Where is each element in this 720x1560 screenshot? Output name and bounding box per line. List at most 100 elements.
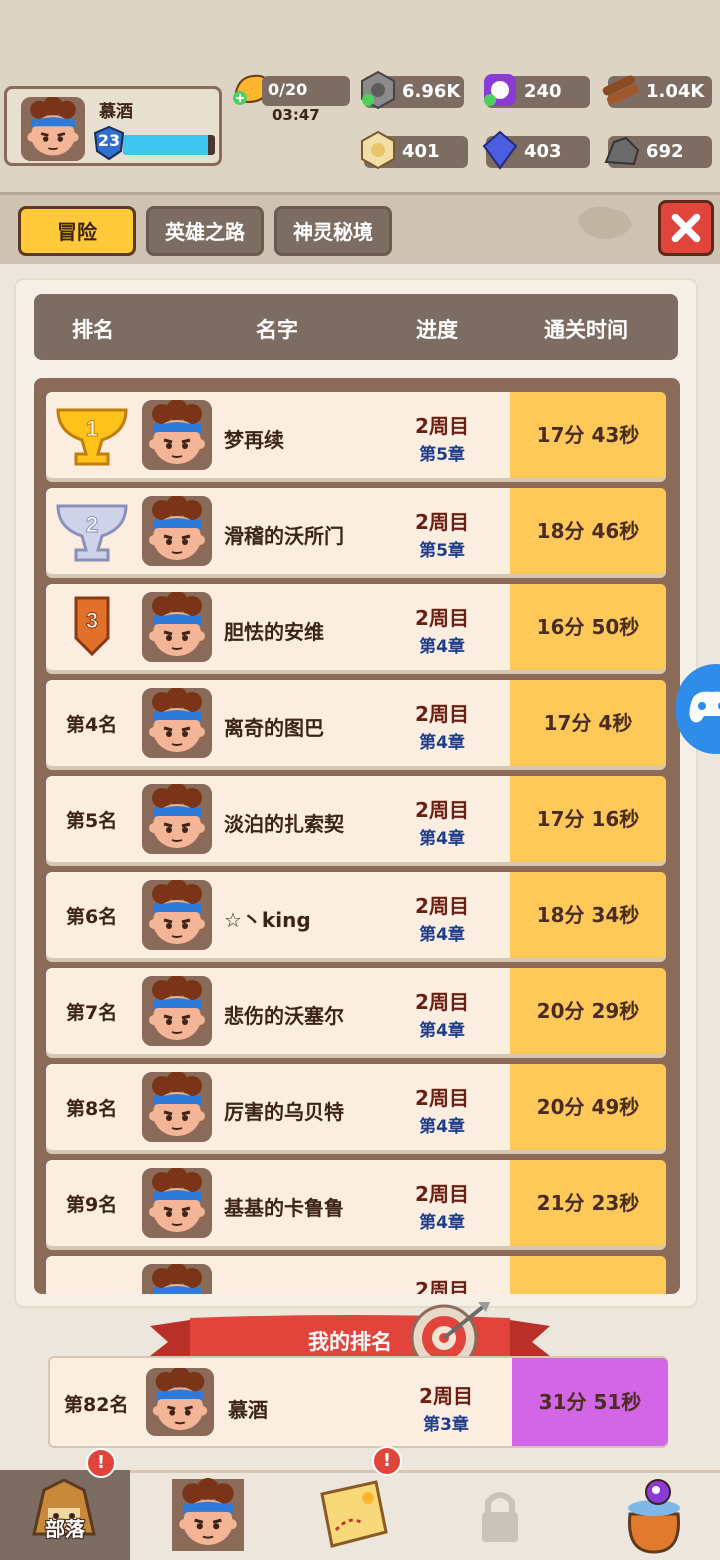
hero-face-icon [142, 880, 212, 950]
resource-gear-value: 6.96K [402, 81, 461, 102]
hero-face-icon [172, 1478, 244, 1552]
leaderboard-list[interactable]: 1 梦再续 2周目 第5章 17分 43秒 2 滑稽的沃所门 2周目 第5章 18分 46秒 3 胆怯… [34, 378, 680, 1294]
row-rank: 第8名 [66, 1098, 118, 1120]
nav-tribe[interactable]: 部落 ! [0, 1448, 130, 1560]
my-chapter: 第3章 [423, 1415, 469, 1435]
row-name: 厉害的乌贝特 [224, 1100, 344, 1124]
player-level: 23 [97, 131, 121, 150]
xp-progress-fill [123, 135, 208, 155]
player-avatar[interactable] [21, 97, 85, 161]
row-name: ☆丶king [224, 908, 311, 932]
resource-gear[interactable]: 6.96K [361, 70, 464, 110]
row-clear-time: 20分 49秒 [510, 1064, 666, 1150]
leaderboard-row[interactable]: 第5名 淡泊的扎索契 2周目 第4章 17分 16秒 [46, 776, 666, 862]
gold-trophy-icon: 1 [52, 398, 132, 470]
row-avatar[interactable] [142, 880, 212, 950]
my-rank-row[interactable]: 第82名 慕酒 2周目 第3章 31分 51秒 [48, 1356, 668, 1448]
my-cycle: 2周目 [419, 1384, 473, 1408]
my-name: 慕酒 [228, 1398, 268, 1422]
tab-spirit-realm[interactable]: 神灵秘境 [274, 206, 392, 256]
hero-face-icon [142, 400, 212, 470]
row-avatar[interactable] [142, 1168, 212, 1238]
row-chapter: 第4章 [419, 1021, 465, 1041]
hero-face-icon [142, 976, 212, 1046]
row-name: 悲伤的沃塞尔 [224, 1004, 344, 1028]
row-name: 滑稽的沃所门 [224, 524, 344, 548]
energy-timer: 03:47 [272, 106, 320, 124]
row-name: 淡泊的扎索契 [224, 812, 344, 836]
row-avatar[interactable] [142, 1264, 212, 1294]
resource-coin-value: 401 [402, 141, 440, 162]
resource-orb[interactable]: 240 [484, 74, 590, 108]
tab-hero-road[interactable]: 英雄之路 [146, 206, 264, 256]
row-cycle: 2周目 [415, 894, 469, 918]
row-avatar[interactable] [142, 592, 212, 662]
hero-face-icon [142, 1168, 212, 1238]
my-avatar [146, 1368, 214, 1436]
resource-gem-value: 403 [524, 141, 562, 162]
row-chapter: 第4章 [419, 925, 465, 945]
leaderboard-row[interactable]: 第7名 悲伤的沃塞尔 2周目 第4章 20分 29秒 [46, 968, 666, 1054]
blue-gem-icon [478, 128, 522, 172]
wood-log-icon [600, 68, 644, 112]
resource-wood[interactable]: 1.04K [602, 75, 712, 108]
row-rank: 第4名 [66, 714, 118, 736]
leaderboard-header: 排名 名字 进度 通关时间 [34, 294, 678, 360]
leaderboard-row[interactable]: 第4名 离奇的图巴 2周目 第4章 17分 4秒 [46, 680, 666, 766]
leaderboard-row[interactable]: 2周目 [46, 1256, 666, 1294]
row-chapter: 第5章 [419, 541, 465, 561]
resource-stone[interactable]: 692 [604, 136, 712, 168]
resource-gem[interactable]: 403 [482, 130, 590, 170]
leaderboard-row[interactable]: 第6名 ☆丶king 2周目 第4章 18分 34秒 [46, 872, 666, 958]
resource-coin[interactable]: 401 [361, 130, 468, 170]
row-avatar[interactable] [142, 688, 212, 758]
nav-hero[interactable] [144, 1470, 274, 1560]
loot-bag-icon [628, 1479, 680, 1554]
leaderboard-row[interactable]: 1 梦再续 2周目 第5章 17分 43秒 [46, 392, 666, 478]
leaderboard-row[interactable]: 3 胆怯的安维 2周目 第4章 16分 50秒 [46, 584, 666, 670]
my-clear-time: 31分 51秒 [512, 1358, 668, 1446]
row-chapter: 第4章 [419, 637, 465, 657]
row-clear-time: 16分 50秒 [510, 584, 666, 670]
row-cycle: 2周目 [415, 606, 469, 630]
row-clear-time [510, 1256, 666, 1294]
row-avatar[interactable] [142, 784, 212, 854]
row-name: 离奇的图巴 [224, 716, 324, 740]
tab-adventure[interactable]: 冒险 [18, 206, 136, 256]
row-avatar[interactable] [142, 400, 212, 470]
hero-face-icon [142, 784, 212, 854]
row-avatar[interactable] [142, 976, 212, 1046]
nav-tribe-alert: ! [86, 1448, 116, 1478]
hero-face-icon [142, 688, 212, 758]
nav-loot-bag[interactable] [590, 1470, 720, 1560]
lock-icon [482, 1492, 518, 1542]
svg-text:1: 1 [86, 416, 98, 441]
gear-coin-icon [356, 68, 400, 112]
row-clear-time: 18分 34秒 [510, 872, 666, 958]
row-cycle: 2周目 [415, 702, 469, 726]
row-avatar[interactable] [142, 1072, 212, 1142]
row-avatar[interactable] [142, 496, 212, 566]
row-chapter: 第5章 [419, 445, 465, 465]
nav-map[interactable]: ! [288, 1446, 418, 1560]
nav-tribe-label: 部落 [45, 1517, 85, 1541]
hero-face-icon [146, 1368, 214, 1436]
gamepad-icon [689, 691, 720, 723]
row-name: 基基的卡鲁鲁 [224, 1196, 344, 1220]
row-rank: 第5名 [66, 810, 118, 832]
row-cycle: 2周目 [415, 990, 469, 1014]
leaderboard-row[interactable]: 第8名 厉害的乌贝特 2周目 第4章 20分 49秒 [46, 1064, 666, 1150]
resource-orb-value: 240 [524, 81, 562, 102]
my-rank-position: 第82名 [64, 1394, 129, 1416]
row-clear-time: 18分 46秒 [510, 488, 666, 574]
row-cycle: 2周目 [415, 1278, 469, 1294]
close-button[interactable] [658, 200, 714, 256]
player-profile-card[interactable]: 慕酒 23 [4, 86, 222, 166]
row-chapter: 第4章 [419, 829, 465, 849]
xp-progress-bar [123, 135, 215, 155]
nav-locked[interactable] [436, 1470, 566, 1560]
leaderboard-row[interactable]: 2 滑稽的沃所门 2周目 第5章 18分 46秒 [46, 488, 666, 574]
bronze-trophy-icon: 3 [52, 590, 132, 662]
leaderboard-row[interactable]: 第9名 基基的卡鲁鲁 2周目 第4章 21分 23秒 [46, 1160, 666, 1246]
hero-face-icon [142, 496, 212, 566]
